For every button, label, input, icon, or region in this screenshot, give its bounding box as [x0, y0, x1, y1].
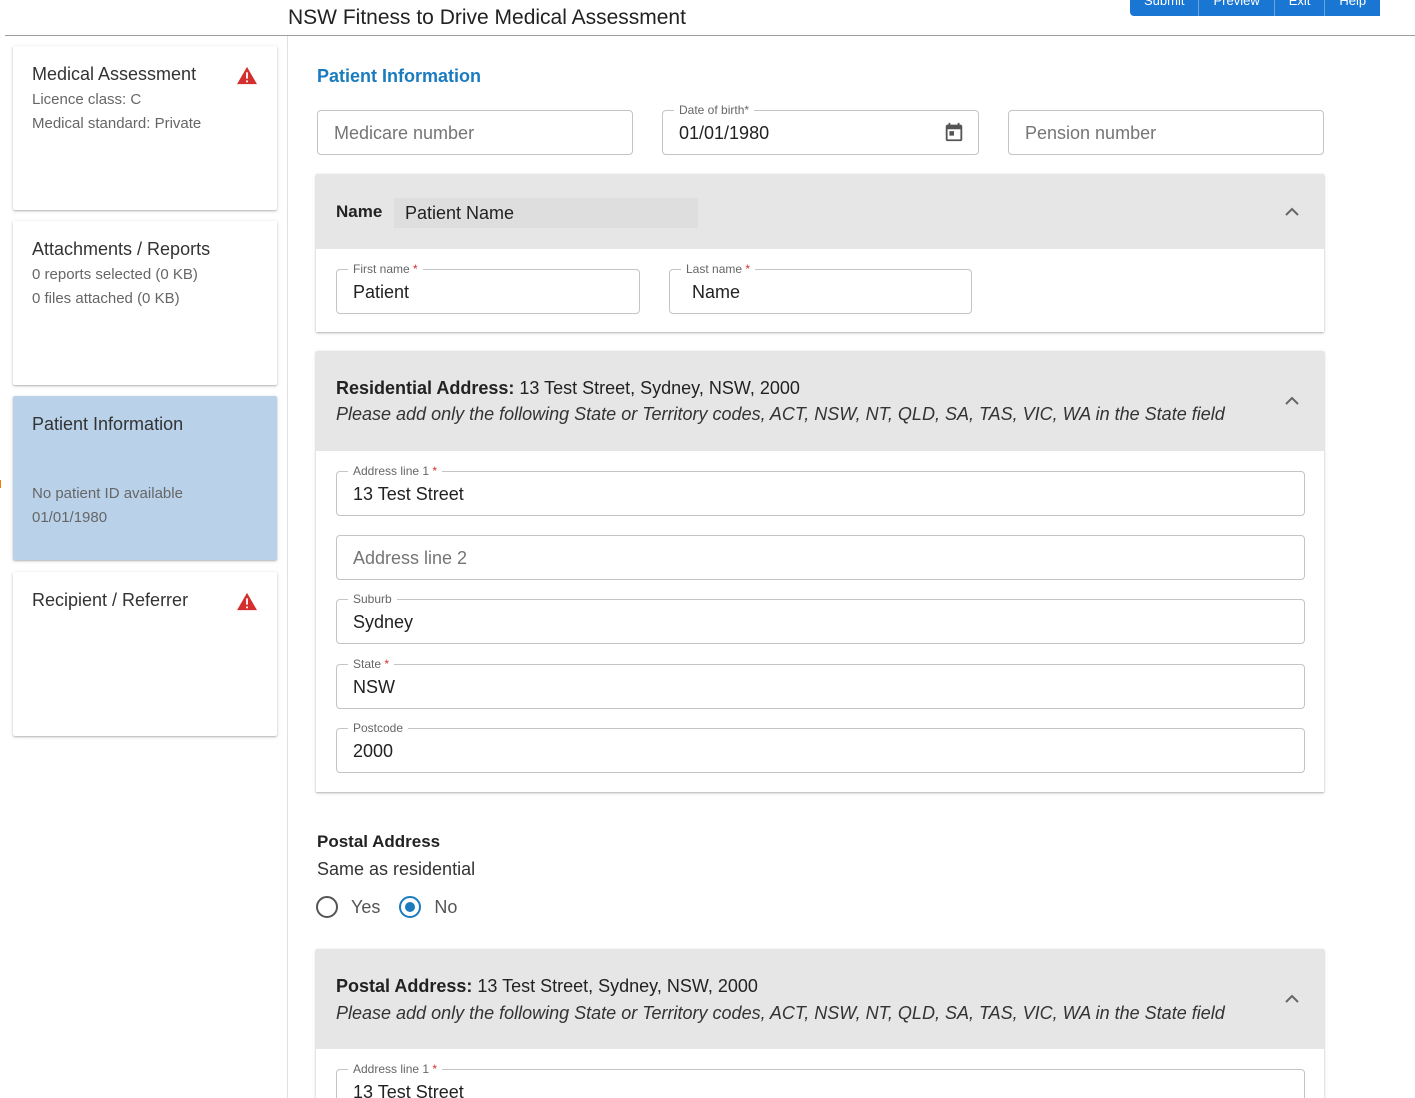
warning-icon [237, 66, 257, 85]
sidebar-item-title: Medical Assessment [32, 64, 197, 84]
state-label: State * [348, 656, 395, 672]
pension-number-field[interactable]: Pension number [1008, 110, 1324, 155]
residential-address-header[interactable]: Residential Address: 13 Test Street, Syd… [316, 351, 1324, 451]
page-title: NSW Fitness to Drive Medical Assessment [288, 6, 686, 29]
chevron-up-icon[interactable] [1284, 396, 1300, 406]
date-of-birth-value: 01/01/1980 [679, 123, 770, 143]
patient-id-text: No patient ID available [32, 485, 183, 502]
address-line-1-field[interactable]: Address line 1 * 13 Test Street [336, 463, 1305, 516]
address-line-1-value: 13 Test Street [353, 484, 464, 504]
postal-address-title: Postal Address [317, 832, 441, 851]
address-line-2-field[interactable]: Address line 2 [336, 535, 1305, 580]
postcode-label: Postcode [348, 720, 409, 736]
pension-number-placeholder: Pension number [1025, 123, 1157, 143]
first-name-label: First name * [348, 261, 423, 277]
section-title: Patient Information [317, 66, 482, 86]
patient-dob-text: 01/01/1980 [32, 509, 108, 526]
date-of-birth-label: Date of birth* [674, 102, 755, 118]
warning-icon [237, 592, 257, 611]
suburb-label: Suburb [348, 591, 397, 607]
files-attached-text: 0 files attached (0 KB) [32, 290, 180, 307]
postal-address-line-1-value: 13 Test Street [353, 1082, 464, 1098]
sidebar-item-detail: 0 reports selected (0 KB) 0 files attach… [32, 266, 258, 308]
same-as-residential-radio-group: Yes No [316, 895, 457, 919]
residential-state-note: Please add only the following State or T… [336, 404, 1225, 424]
chevron-up-icon[interactable] [1284, 994, 1300, 1004]
sidebar-item-title: Recipient / Referrer [32, 590, 189, 610]
state-value: NSW [353, 677, 395, 697]
sidebar-divider [287, 36, 288, 1098]
last-name-value: Name [692, 282, 741, 302]
help-button[interactable]: Help [1324, 0, 1380, 16]
same-as-residential-label: Same as residential [317, 859, 476, 879]
sidebar-item-detail: No patient ID available 01/01/1980 [32, 485, 258, 527]
sidebar-item-attachments[interactable]: Attachments / Reports 0 reports selected… [13, 221, 277, 385]
app-header: NSW Fitness to Drive Medical Assessment … [0, 0, 1415, 36]
postal-address-line-1-field[interactable]: Address line 1 * 13 Test Street [336, 1061, 1305, 1098]
postal-address-panel: Postal Address: 13 Test Street, Sydney, … [316, 949, 1324, 1098]
header-divider [5, 35, 1415, 36]
calendar-icon[interactable] [943, 121, 965, 143]
submit-button[interactable]: Submit [1130, 0, 1198, 16]
sidebar-item-medical-assessment[interactable]: Medical Assessment Licence class: C Medi… [13, 46, 277, 210]
address-line-2-placeholder: Address line 2 [353, 548, 468, 568]
date-of-birth-field[interactable]: Date of birth* 01/01/1980 [662, 102, 979, 155]
first-name-value: Patient [353, 282, 410, 302]
postal-address-summary: Postal Address: 13 Test Street, Sydney, … [336, 976, 758, 996]
postcode-field[interactable]: Postcode 2000 [336, 720, 1305, 773]
sidebar-item-title: Patient Information [32, 414, 184, 434]
postal-state-note: Please add only the following State or T… [336, 1003, 1225, 1023]
residential-address-panel: Residential Address: 13 Test Street, Syd… [316, 351, 1324, 792]
name-panel: Name Patient Name First name * Patient L… [316, 174, 1324, 332]
no-radio[interactable] [399, 896, 422, 918]
medical-standard-text: Medical standard: Private [32, 115, 202, 132]
suburb-field[interactable]: Suburb Sydney [336, 591, 1305, 644]
medicare-number-field[interactable]: Medicare number [317, 110, 633, 155]
residential-address-summary: Residential Address: 13 Test Street, Syd… [336, 378, 800, 398]
postal-address-line-1-label: Address line 1 * [348, 1061, 443, 1077]
sidebar-item-patient-information[interactable]: Patient Information No patient ID availa… [13, 396, 277, 560]
suburb-value: Sydney [353, 612, 414, 632]
sidebar-item-detail: Licence class: C Medical standard: Priva… [32, 91, 258, 133]
exit-button[interactable]: Exit [1273, 0, 1325, 16]
licence-class-text: Licence class: C [32, 91, 142, 108]
sidebar-item-recipient-referrer[interactable]: Recipient / Referrer [13, 572, 277, 736]
name-panel-header[interactable]: Name Patient Name [316, 174, 1324, 249]
last-name-label: Last name * [681, 261, 756, 277]
name-summary: Patient Name [394, 198, 698, 228]
address-line-1-label: Address line 1 * [348, 463, 443, 479]
yes-radio-label[interactable]: Yes [351, 897, 380, 918]
reports-selected-text: 0 reports selected (0 KB) [32, 266, 198, 283]
chevron-up-icon[interactable] [1284, 207, 1300, 217]
top-toolbar: Submit Preview Exit Help [1130, 0, 1381, 16]
sidebar-item-title: Attachments / Reports [32, 239, 211, 259]
preview-button[interactable]: Preview [1198, 0, 1273, 16]
last-name-field[interactable]: Last name * Name [669, 261, 972, 314]
no-radio-label[interactable]: No [434, 897, 457, 918]
first-name-field[interactable]: First name * Patient [336, 261, 640, 314]
postal-address-header[interactable]: Postal Address: 13 Test Street, Sydney, … [316, 949, 1324, 1049]
postcode-value: 2000 [353, 741, 394, 761]
yes-radio[interactable] [316, 896, 338, 918]
active-indicator [0, 480, 3, 488]
name-panel-label: Name [336, 202, 383, 221]
medicare-number-placeholder: Medicare number [334, 123, 475, 143]
state-field[interactable]: State * NSW [336, 656, 1305, 709]
